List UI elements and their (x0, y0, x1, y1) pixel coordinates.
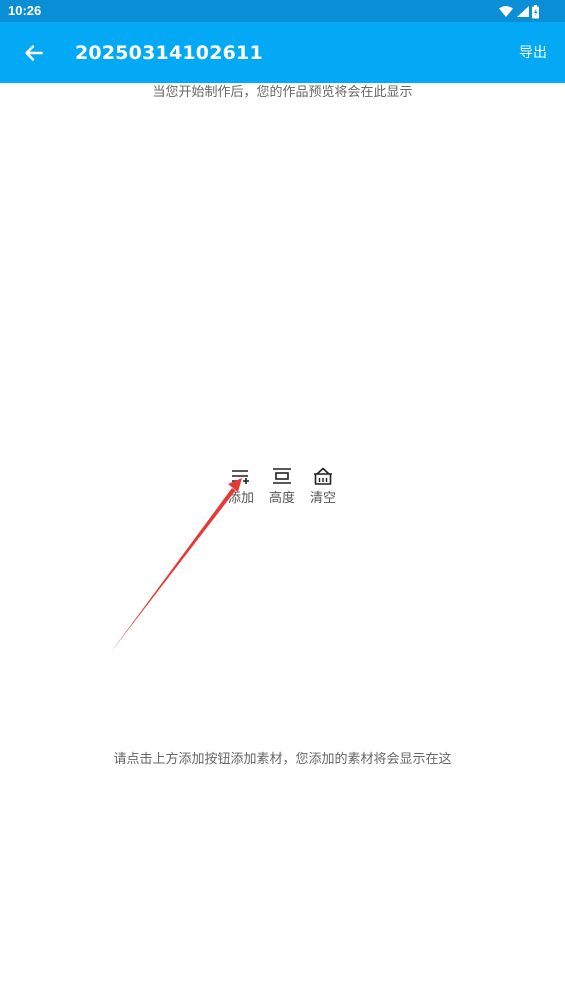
height-button[interactable]: 高度 (263, 466, 301, 512)
status-time: 10:26 (8, 3, 42, 18)
material-hint: 请点击上方添加按钮添加素材，您添加的素材将会显示在这 (113, 752, 452, 767)
status-icons (499, 4, 543, 19)
clear-button[interactable]: 清空 (304, 466, 342, 512)
arrow-left-icon (25, 45, 44, 61)
signal-icon (517, 6, 529, 17)
battery-icon (532, 5, 539, 19)
export-button[interactable]: 导出 (519, 42, 547, 64)
clear-label: 清空 (309, 491, 336, 506)
height-label: 高度 (268, 491, 295, 506)
wifi-icon (499, 6, 513, 17)
toolbar: 添加 高度 清空 (222, 466, 346, 512)
height-icon (273, 468, 291, 484)
preview-hint: 当您开始制作后，您的作品预览将会在此显示 (152, 85, 413, 100)
page-title: 20250314102611 (75, 42, 263, 64)
status-bar: 10:26 (0, 0, 565, 22)
add-list-icon (232, 470, 249, 484)
back-button[interactable] (18, 37, 50, 69)
basket-clear-icon (314, 467, 332, 485)
app-bar: 20250314102611 导出 (0, 22, 565, 83)
add-button[interactable]: 添加 (222, 466, 260, 512)
add-label: 添加 (227, 491, 254, 506)
